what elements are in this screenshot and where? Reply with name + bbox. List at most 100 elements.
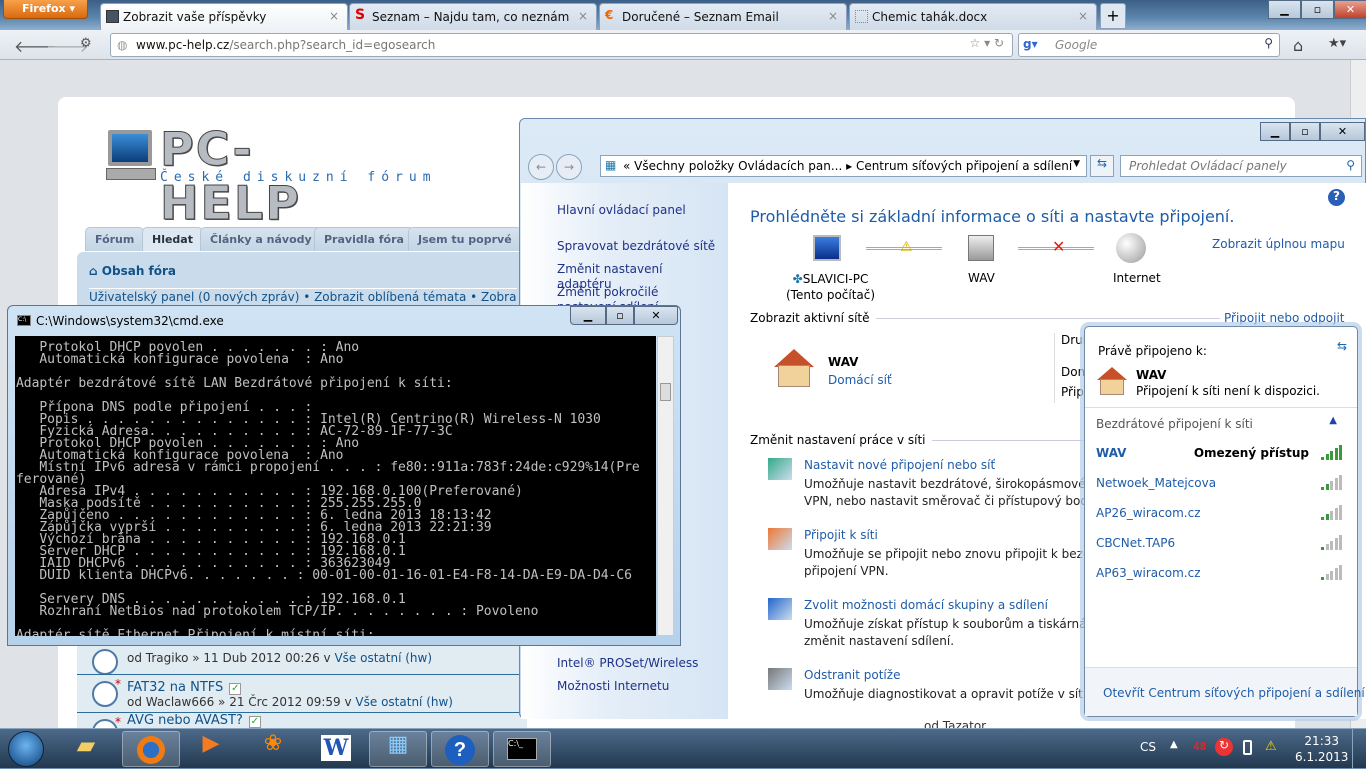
full-map-link[interactable]: Zobrazit úplnou mapu	[1212, 237, 1345, 251]
homegroup-icon: ✤	[792, 272, 803, 286]
wifi-network-item[interactable]: Netwoek_Matejcova	[1085, 474, 1357, 500]
tab-seznam[interactable]: S Seznam – Najdu tam, co neznám ×	[349, 3, 597, 30]
task-link[interactable]: Zvolit možnosti domácí skupiny a sdílení	[804, 598, 1048, 612]
firefox-menu-button[interactable]: Firefox ▾	[3, 0, 88, 19]
close-button[interactable]: ✕	[634, 306, 678, 325]
connect-disconnect-link[interactable]: Připojit nebo odpojit	[1220, 311, 1345, 325]
close-tab-icon[interactable]: ×	[578, 9, 588, 23]
wifi-network-item[interactable]: AP63_wiracom.cz	[1085, 564, 1357, 590]
clock[interactable]: 21:33 6.1.2013	[1295, 733, 1348, 765]
nav-hlavni-ovladaci-panel[interactable]: Hlavní ovládací panel	[557, 203, 717, 218]
feedback-icon[interactable]: ⚙	[80, 36, 92, 51]
computer-node[interactable]: ✤SLAVICI-PC (Tento počítač)	[786, 271, 875, 303]
control-panel-search[interactable]: Prohledat Ovládací panely ⚲	[1120, 155, 1362, 177]
tab-docx[interactable]: Chemic tahák.docx ×	[849, 3, 1097, 30]
home-icon[interactable]: ⌂	[1293, 36, 1303, 55]
task-link[interactable]: Odstranit potíže	[804, 668, 900, 682]
forward-button[interactable]: →	[556, 154, 582, 180]
topic-title[interactable]: FAT32 na NTFS	[127, 680, 223, 695]
wifi-network-item[interactable]: AP26_wiracom.cz	[1085, 504, 1357, 530]
network-node[interactable]: WAV	[968, 271, 995, 285]
address-bar[interactable]: ▦ « Všechny položky Ovládacích pan... ▸ C…	[600, 155, 1087, 177]
user-panel-links[interactable]: Uživatelský panel (0 nových zpráv) • Zob…	[89, 288, 517, 304]
search-input[interactable]: g▾ Google ⚲	[1018, 33, 1280, 57]
open-network-center-link[interactable]: Otevřít Centrum síťových připojení a sdí…	[1103, 686, 1365, 700]
tab-zobrazit-prispevky[interactable]: Zobrazit vaše příspěvky ×	[100, 3, 348, 30]
dropdown-icon[interactable]: ▼	[1073, 159, 1080, 169]
category-link[interactable]: Vše ostatní (hw)	[334, 651, 432, 665]
bookmarks-icon[interactable]: ★▾	[1328, 36, 1346, 51]
topic-row[interactable]: * FAT32 na NTFS ✓ od Waclaw666 » 21 Črc 201…	[77, 674, 527, 712]
new-tab-button[interactable]: +	[1100, 3, 1126, 29]
topic-row[interactable]: * AVG nebo AVAST? ✓	[77, 712, 527, 728]
refresh-icon[interactable]: ⇆	[1090, 155, 1114, 177]
nav-spravovat-bezdratove-site[interactable]: Spravovat bezdrátové sítě	[557, 239, 717, 254]
signal-strength-icon	[1321, 564, 1343, 580]
minimize-button[interactable]: ▁	[1260, 122, 1290, 141]
tray-temperature[interactable]: 48	[1193, 740, 1206, 753]
category-link[interactable]: Vše ostatní (hw)	[355, 695, 453, 709]
taskbar-firefox[interactable]	[122, 731, 180, 767]
url-bar[interactable]: ◍ www.pc-help.cz/search.php?search_id=ego…	[110, 33, 1013, 57]
console-scrollbar[interactable]	[657, 336, 674, 636]
topic-title[interactable]: AVG nebo AVAST?	[127, 713, 243, 728]
network-type-link[interactable]: Domácí síť	[828, 373, 892, 387]
refresh-icon[interactable]: ⇆	[1337, 339, 1347, 353]
task-icon	[768, 528, 792, 550]
taskbar-cmd[interactable]: C:\_	[493, 731, 551, 767]
cmd-window: C:\ C:\Windows\system32\cmd.exe ▁ ▫ ✕ Pr…	[7, 305, 681, 646]
connection-status: Připojení k síti není k dispozici.	[1136, 384, 1320, 398]
nav-moznosti-internetu[interactable]: Možnosti Internetu	[557, 679, 717, 694]
close-tab-icon[interactable]: ×	[828, 9, 838, 23]
tab-email[interactable]: € Doručené – Seznam Email ×	[599, 3, 847, 30]
breadcrumb[interactable]: ⌂ Obsah fóra	[89, 264, 176, 278]
tab-hledat[interactable]: Hledat	[142, 227, 203, 251]
show-hidden-icons[interactable]: ▲	[1170, 739, 1178, 750]
search-icon[interactable]: ⚲	[1264, 36, 1273, 50]
close-window-button[interactable]: ✕	[1334, 0, 1366, 19]
scroll-thumb[interactable]	[660, 383, 671, 401]
search-icon[interactable]: ⚲	[1346, 158, 1355, 172]
close-tab-icon[interactable]: ×	[329, 9, 339, 23]
nav-intel-proset[interactable]: Intel® PROSet/Wireless	[557, 656, 717, 671]
breadcrumb-parent[interactable]: Všechny položky Ovládacích pan...	[634, 159, 842, 173]
taskbar-photo-gallery[interactable]: ❀	[244, 731, 302, 767]
wifi-network-item[interactable]: WAV Omezený přístup	[1085, 444, 1357, 470]
battery-icon[interactable]	[1243, 740, 1252, 755]
internet-node[interactable]: Internet	[1113, 271, 1161, 285]
network-warning-icon[interactable]: ⚠	[1265, 739, 1277, 754]
language-indicator[interactable]: CS	[1140, 740, 1156, 754]
topic-row[interactable]: od Tragiko » 11 Dub 2012 00:26 v Vše ost…	[77, 642, 527, 675]
tab-jsem-tu-poprve[interactable]: Jsem tu poprvé	[408, 227, 522, 251]
wifi-network-item[interactable]: CBCNet.TAP6	[1085, 534, 1357, 560]
start-button[interactable]	[8, 731, 44, 767]
console-output[interactable]: Protokol DHCP povolen . . . . . . . : An…	[15, 336, 656, 636]
close-button[interactable]: ✕	[1320, 122, 1365, 141]
maximize-button[interactable]: ▫	[606, 306, 634, 325]
tab-forum[interactable]: Fórum	[85, 227, 145, 251]
taskbar-explorer[interactable]: ▰	[57, 731, 115, 767]
antivirus-icon[interactable]: ↻	[1215, 738, 1233, 756]
page-heading: Prohlédněte si základní informace o síti…	[750, 207, 1235, 226]
back-button[interactable]: ←	[528, 154, 554, 180]
task-link[interactable]: Nastavit nové připojení nebo síť	[804, 458, 995, 472]
maximize-button[interactable]: ▫	[1290, 122, 1320, 141]
show-desktop-button[interactable]	[1352, 729, 1366, 769]
minimize-button[interactable]: ▁	[1268, 0, 1301, 19]
taskbar-word[interactable]: W	[307, 731, 365, 767]
tab-pravidla[interactable]: Pravidla fóra	[314, 227, 414, 251]
collapse-icon[interactable]: ▲	[1329, 415, 1337, 426]
breadcrumb-current[interactable]: Centrum síťových připojení a sdílení	[856, 159, 1072, 173]
close-tab-icon[interactable]: ×	[1078, 9, 1088, 23]
maximize-button[interactable]: ▫	[1301, 0, 1334, 19]
help-icon[interactable]: ?	[1328, 189, 1345, 206]
console-line: Adaptér bezdrátové sítě LAN Bezdrátové p…	[16, 376, 453, 391]
minimize-button[interactable]: ▁	[570, 306, 606, 325]
taskbar-media-player[interactable]: ▶	[182, 731, 240, 767]
seznam-icon: S	[355, 7, 366, 23]
taskbar-help[interactable]: ?	[431, 731, 489, 767]
tab-clanky[interactable]: Články a návody	[200, 227, 322, 251]
taskbar-control-panel[interactable]: ▦	[369, 731, 427, 767]
bookmark-star-icon[interactable]: ☆ ▾ ↻	[970, 36, 1004, 50]
task-link[interactable]: Připojit k síti	[804, 528, 878, 542]
